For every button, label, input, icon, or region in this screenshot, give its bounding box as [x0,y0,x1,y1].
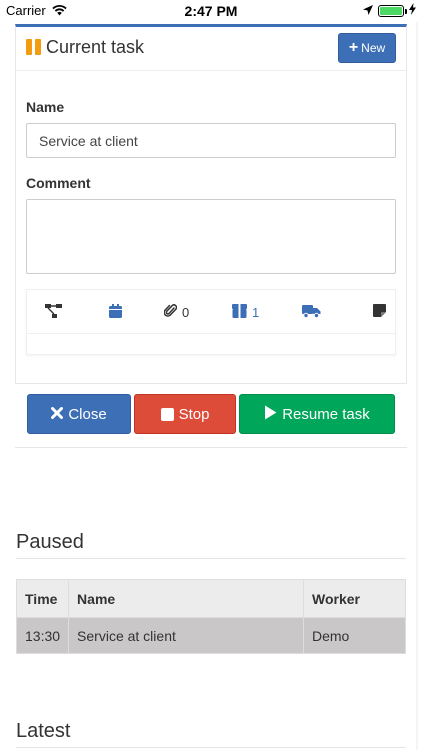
close-task-button[interactable]: Close [27,394,131,434]
tool-calendar[interactable] [109,303,122,321]
row-time: 13:30 [15,617,70,654]
close-icon [51,406,64,423]
pause-icon [26,39,42,55]
resume-task-button[interactable]: Resume task [239,394,395,434]
hierarchy-icon [45,303,63,321]
table-row[interactable]: 13:30 Service at client Demo [15,617,406,654]
row-name: Service at client [68,617,304,654]
box-icon [232,303,247,321]
task-tools-panel: 0 1 [26,289,396,355]
column-header-worker[interactable]: Worker [303,579,406,618]
tool-hierarchy[interactable] [45,303,63,321]
comment-input[interactable] [26,199,396,274]
task-actions: Close Stop Resume task [15,392,407,448]
card-header: Current task + New [16,27,406,71]
close-button-label: Close [68,405,107,423]
column-header-name[interactable]: Name [68,579,304,618]
tool-packages[interactable]: 1 [232,303,260,321]
paperclip-icon [163,303,178,321]
stop-task-button[interactable]: Stop [134,394,236,434]
status-bar: Carrier 2:47 PM [0,0,422,22]
latest-section-title: Latest [16,720,71,742]
note-icon [373,304,386,320]
current-task-card: Current task + New Name Comment [15,24,407,384]
tool-delivery[interactable] [302,304,321,320]
row-worker: Demo [303,617,406,654]
stop-button-label: Stop [178,405,210,423]
task-tools-row: 0 1 [27,290,395,334]
plus-icon: + [348,39,359,56]
new-button-label: New [361,41,386,55]
card-title: Current task [46,37,145,57]
name-input[interactable] [26,123,396,158]
calendar-icon [109,303,122,321]
tool-note[interactable] [373,304,386,320]
paused-divider [16,558,406,559]
resume-button-label: Resume task [282,405,370,423]
column-header-time[interactable]: Time [15,579,70,618]
play-icon [264,405,277,424]
paused-section-title: Paused [16,531,84,553]
name-label: Name [26,99,65,115]
table-header-row: Time Name Worker [15,579,406,618]
attachments-count: 0 [182,304,190,320]
battery-icon [378,4,407,17]
tool-attachments[interactable]: 0 [163,303,190,321]
paused-tasks-table: Time Name Worker 13:30 Service at client… [15,579,406,654]
comment-label: Comment [26,175,91,191]
stop-icon [160,407,174,421]
packages-count: 1 [252,304,260,320]
clock: 2:47 PM [184,3,238,19]
latest-divider [16,747,406,748]
location-arrow-icon [363,3,373,18]
scrollbar-track[interactable] [416,22,418,750]
truck-icon [302,304,321,321]
charging-bolt-icon [409,3,416,18]
new-task-button[interactable]: + New [338,33,396,63]
